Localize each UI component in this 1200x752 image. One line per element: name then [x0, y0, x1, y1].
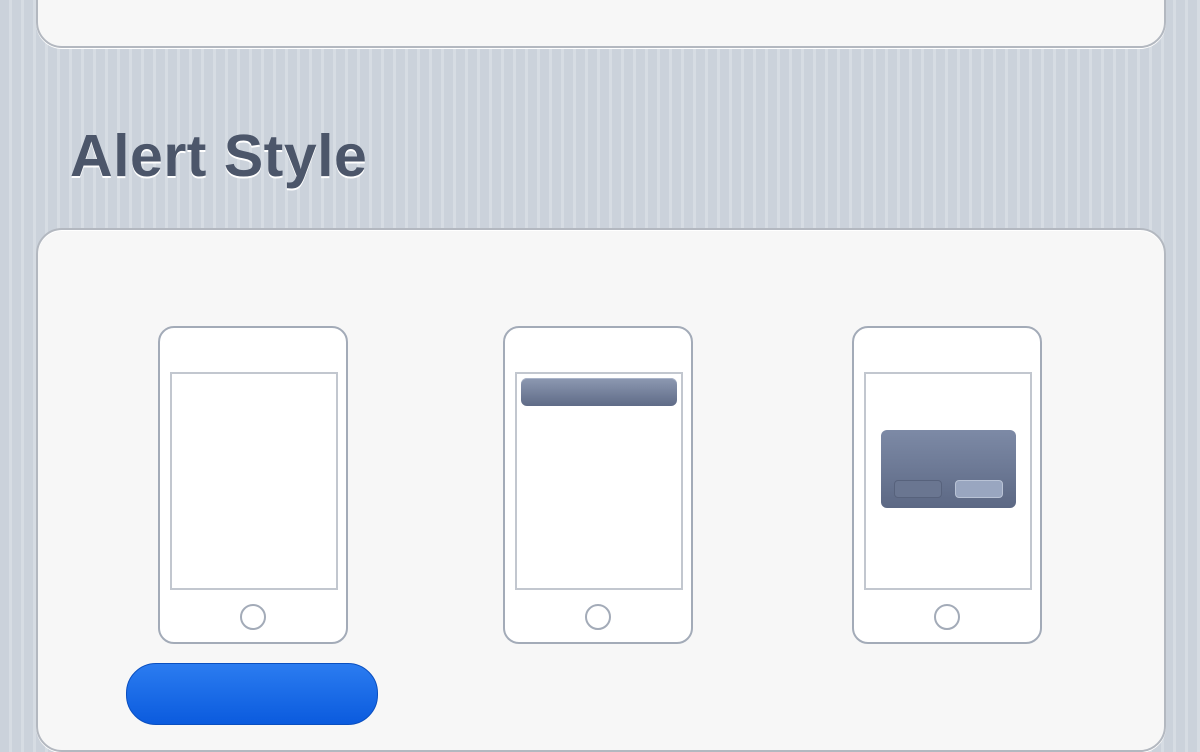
home-button-icon — [934, 604, 960, 630]
phone-alert-dialog-icon — [852, 326, 1042, 644]
phone-screen — [864, 372, 1032, 590]
phone-screen — [515, 372, 683, 590]
phone-banner-icon — [503, 326, 693, 644]
alert-style-option-banners[interactable] — [503, 326, 693, 644]
section-title: Alert Style — [70, 123, 368, 189]
alert-style-option-alerts[interactable] — [852, 326, 1042, 644]
home-button-icon — [240, 604, 266, 630]
phone-screen — [170, 372, 338, 590]
home-button-icon — [585, 604, 611, 630]
alert-dialog-ok-icon — [955, 480, 1003, 498]
phone-no-alert-icon — [158, 326, 348, 644]
alert-style-option-none[interactable] — [158, 326, 348, 644]
alert-dialog-cancel-icon — [894, 480, 942, 498]
alert-dialog-icon — [881, 430, 1016, 508]
banner-bar-icon — [521, 378, 677, 406]
selected-option-pill[interactable] — [126, 663, 378, 725]
previous-settings-group — [36, 0, 1166, 48]
